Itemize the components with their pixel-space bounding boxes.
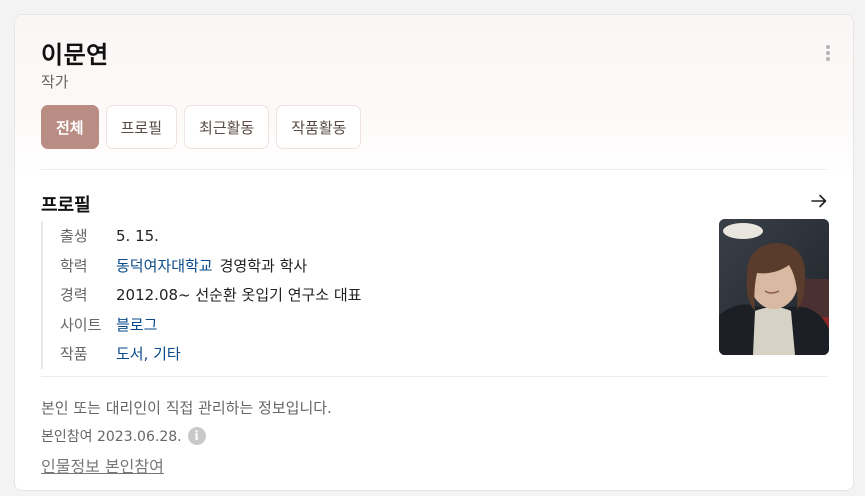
tab-recent-activity[interactable]: 최근활동 — [184, 105, 270, 149]
birth-value: 5. 15. — [116, 226, 159, 245]
profile-row-career: 경력 2012.08~ 선순환 옷입기 연구소 대표 — [60, 280, 361, 310]
row-label: 사이트 — [60, 315, 102, 334]
tab-all[interactable]: 전체 — [41, 105, 99, 149]
tab-profile[interactable]: 프로필 — [105, 105, 178, 149]
education-value: 경영학과 학사 — [219, 256, 308, 275]
row-label: 작품 — [60, 345, 88, 364]
person-occupation: 작가 — [41, 73, 69, 91]
blog-link[interactable]: 블로그 — [116, 314, 157, 335]
more-vertical-icon[interactable] — [825, 45, 831, 63]
managed-info-note: 본인 또는 대리인이 직접 관리하는 정보입니다. — [41, 399, 332, 417]
profile-row-education: 학력 동덕여자대학교 경영학과 학사 — [60, 251, 361, 281]
participation-date: 본인참여 2023.06.28. — [41, 429, 182, 445]
info-icon[interactable]: i — [187, 427, 206, 445]
school-link[interactable]: 동덕여자대학교 — [116, 255, 213, 276]
self-participation-link[interactable]: 인물정보 본인참여 — [41, 453, 164, 477]
card-header-background — [15, 15, 853, 173]
participation-date-row: 본인참여 2023.06.28. i — [41, 426, 206, 446]
tab-bar: 전체 프로필 최근활동 작품활동 — [41, 105, 362, 149]
works-link[interactable]: 도서, 기타 — [116, 343, 181, 364]
profile-info-list: 출생 5. 15. 학력 동덕여자대학교 경영학과 학사 경력 2012.08~… — [41, 221, 361, 369]
profile-row-works: 작품 도서, 기타 — [60, 339, 361, 369]
arrow-right-icon[interactable] — [809, 191, 829, 211]
person-name: 이문연 — [41, 41, 109, 69]
divider — [41, 376, 827, 377]
profile-row-birth: 출생 5. 15. — [60, 221, 361, 251]
person-card: 이문연 작가 전체 프로필 최근활동 작품활동 프로필 출생 5. 15. 학력… — [14, 14, 854, 491]
row-label: 경력 — [60, 286, 88, 305]
career-value: 2012.08~ 선순환 옷입기 연구소 대표 — [116, 286, 362, 305]
profile-section-title: 프로필 — [41, 195, 91, 216]
row-label: 학력 — [60, 256, 88, 275]
row-label: 출생 — [60, 227, 88, 246]
divider — [41, 169, 827, 170]
tab-works[interactable]: 작품활동 — [276, 105, 362, 149]
profile-photo[interactable] — [719, 219, 829, 355]
profile-row-site: 사이트 블로그 — [60, 310, 361, 340]
